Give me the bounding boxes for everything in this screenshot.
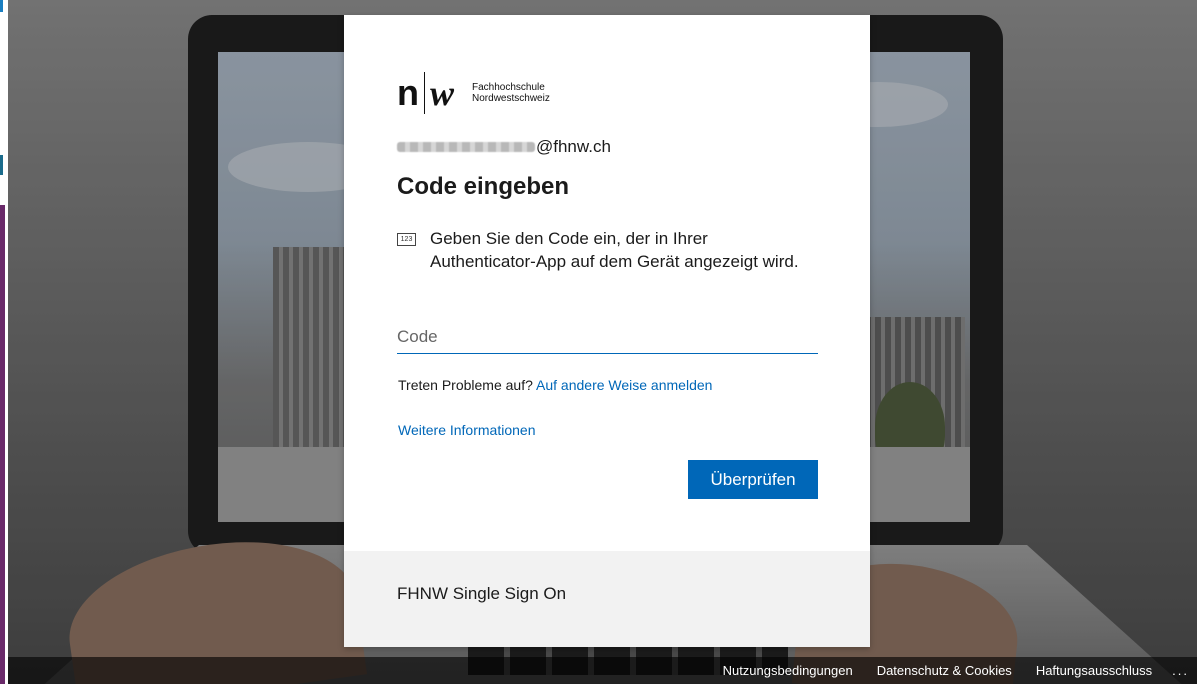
page-title: Code eingeben: [397, 173, 570, 200]
terms-link[interactable]: Nutzungsbedingungen: [723, 663, 853, 678]
account-domain: @fhnw.ch: [536, 137, 611, 156]
account-identity: @fhnw.ch: [397, 136, 611, 158]
background-window-edge: [0, 0, 8, 684]
window-edge-accent: [0, 0, 3, 12]
card-footer-text: FHNW Single Sign On: [397, 584, 567, 603]
instruction-text: Geben Sie den Code ein, der in Ihrer Aut…: [430, 229, 799, 271]
privacy-link[interactable]: Datenschutz & Cookies: [877, 663, 1012, 678]
more-options-button[interactable]: ...: [1172, 663, 1189, 678]
redacted-username: [397, 142, 535, 152]
school-name-line1: Fachhochschule: [472, 82, 545, 93]
logo-letter-n: n: [397, 72, 419, 113]
school-name: Fachhochschule Nordwestschweiz: [472, 82, 550, 104]
code-input[interactable]: [397, 321, 818, 354]
window-edge-accent: [0, 155, 3, 175]
disclaimer-link[interactable]: Haftungsausschluss: [1036, 663, 1152, 678]
page-footer: Nutzungsbedingungen Datenschutz & Cookie…: [8, 657, 1197, 684]
footer-links: Nutzungsbedingungen Datenschutz & Cookie…: [699, 657, 1189, 684]
verify-button[interactable]: Überprüfen: [688, 460, 818, 499]
sign-in-card: n w Fachhochschule Nordwestschweiz @fhnw…: [344, 15, 870, 647]
card-footer: FHNW Single Sign On: [344, 551, 870, 647]
other-sign-in-link[interactable]: Auf andere Weise anmelden: [536, 377, 712, 393]
logo-divider: [424, 72, 425, 114]
123-keypad-icon: 123: [397, 233, 416, 246]
logo-letter-w: w: [430, 73, 455, 113]
window-edge-accent: [0, 205, 5, 684]
fhnw-logo: n w Fachhochschule Nordwestschweiz: [397, 71, 550, 115]
trouble-line: Treten Probleme auf? Auf andere Weise an…: [398, 377, 712, 393]
trouble-prefix: Treten Probleme auf?: [398, 377, 533, 393]
school-name-line2: Nordwestschweiz: [472, 93, 550, 104]
more-info-link[interactable]: Weitere Informationen: [398, 422, 535, 438]
fhnw-logo-mark: n w: [397, 72, 454, 114]
instruction-block: 123 Geben Sie den Code ein, der in Ihrer…: [397, 227, 817, 273]
